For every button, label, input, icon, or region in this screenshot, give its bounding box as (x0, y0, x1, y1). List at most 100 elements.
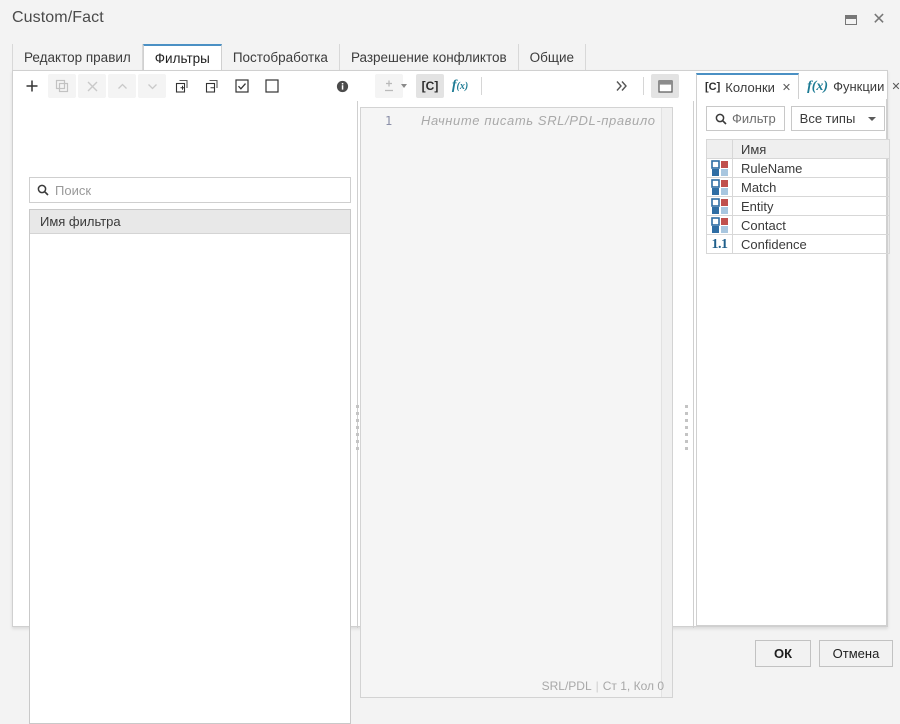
tab-postprocessing[interactable]: Постобработка (222, 44, 340, 70)
tab-rule-editor[interactable]: Редактор правил (12, 44, 143, 70)
splitter-dot (685, 404, 688, 408)
editor-language: SRL/PDL (541, 679, 592, 693)
copy-button[interactable] (48, 74, 76, 98)
uncheck-all-button[interactable] (258, 74, 286, 98)
chevron-up-icon (117, 83, 127, 89)
row-name-cell: Contact (732, 215, 890, 235)
tab-columns-label: Колонки (725, 79, 775, 95)
content-panel: [C] f(x) Поиск Имя фильтра 1 Начните пис… (12, 70, 900, 724)
plusminus-dropdown-caret[interactable] (401, 84, 407, 88)
search-icon (37, 184, 49, 196)
close-button[interactable]: ✕ (868, 10, 890, 30)
table-row[interactable]: 1.1 Confidence (706, 234, 890, 254)
toolbar-divider-3 (643, 77, 644, 95)
splitter-dot (356, 411, 359, 415)
editor-caret-position: Ст 1, Кол 0 (602, 679, 664, 693)
editor-status-bar: SRL/PDL | Ст 1, Кол 0 (542, 679, 664, 693)
row-name-cell: Match (732, 177, 890, 197)
columns-bracket-icon: [C] (421, 79, 439, 93)
editor-scrollbar[interactable] (661, 108, 672, 697)
splitter-line-right (693, 101, 694, 628)
entity-type-icon (710, 216, 728, 233)
splitter-right[interactable] (681, 401, 692, 453)
tab-general[interactable]: Общие (519, 44, 587, 70)
rule-editor-pane: 1 Начните писать SRL/PDL-правило SRL/PDL… (360, 101, 683, 698)
close-icon: ✕ (872, 11, 886, 28)
search-icon (715, 113, 727, 125)
chevron-down-icon (147, 83, 157, 89)
checkbox-empty-icon (265, 79, 279, 93)
close-icon[interactable]: ✕ (891, 80, 900, 93)
splitter-dot (356, 404, 359, 408)
chevron-double-right-icon (616, 81, 627, 91)
toolbar-divider-2 (481, 77, 482, 95)
tab-conflict-resolution[interactable]: Разрешение конфликтов (340, 44, 519, 70)
dock-filter-button[interactable]: Фильтр (706, 106, 785, 131)
tab-columns[interactable]: [C] Колонки ✕ (696, 73, 800, 99)
search-placeholder: Поиск (55, 182, 92, 198)
functions-toggle-button[interactable]: f(x) (446, 74, 474, 98)
fx-icon: f(x) (807, 78, 829, 94)
info-button[interactable] (328, 74, 356, 98)
columns-toggle-button[interactable]: [C] (416, 74, 444, 98)
row-type-cell (706, 215, 733, 235)
filters-toolbar: [C] f(x) (13, 71, 685, 101)
filter-list-header: Имя фильтра (30, 210, 350, 234)
overflow-button[interactable] (608, 74, 636, 98)
columns-bracket-icon: [C] (705, 81, 721, 93)
table-row[interactable]: Contact (706, 215, 890, 235)
checkbox-checked-icon (235, 79, 249, 93)
table-row[interactable]: RuleName (706, 158, 890, 178)
title-bar: Custom/Fact ✕ (0, 0, 900, 40)
dock-body: Фильтр Все типы Имя RuleName Match Entit… (696, 99, 890, 626)
chevron-down-icon (868, 116, 877, 121)
table-header-row: Имя (706, 139, 890, 159)
move-up-button[interactable] (108, 74, 136, 98)
filters-left-pane: Поиск Имя фильтра (13, 101, 351, 724)
delete-button[interactable] (78, 74, 106, 98)
close-x-icon (87, 81, 97, 91)
type-select[interactable]: Все типы (790, 106, 886, 131)
code-editor[interactable]: 1 Начните писать SRL/PDL-правило SRL/PDL… (360, 107, 673, 698)
table-row[interactable]: Match (706, 177, 890, 197)
dock-tab-bar: [C] Колонки ✕ f(x) Функции ✕ (696, 73, 900, 99)
row-type-cell (706, 177, 733, 197)
cancel-button[interactable]: Отмена (819, 640, 893, 667)
expand-all-button[interactable] (168, 74, 196, 98)
main-tab-bar: Редактор правил Фильтры Постобработка Ра… (12, 44, 587, 71)
row-type-cell (706, 196, 733, 216)
number-type-icon: 1.1 (711, 236, 729, 252)
splitter-dot (356, 432, 359, 436)
collapse-all-button[interactable] (198, 74, 226, 98)
row-name-cell: Entity (732, 196, 890, 216)
ok-button[interactable]: ОК (755, 640, 811, 667)
panel-toggle-button[interactable] (651, 74, 679, 98)
splitter-dot (356, 446, 359, 450)
close-icon[interactable]: ✕ (782, 81, 791, 94)
tab-functions-label: Функции (833, 79, 885, 94)
tab-filters[interactable]: Фильтры (142, 44, 222, 71)
right-dock-panel: [C] Колонки ✕ f(x) Функции ✕ Фильтр Все … (696, 71, 900, 626)
expand-all-icon (175, 79, 188, 93)
splitter-line-left (357, 101, 358, 628)
restore-button[interactable] (840, 10, 862, 30)
editor-line-number: 1 (385, 114, 393, 128)
splitter-dot (685, 418, 688, 422)
splitter-dot (356, 418, 359, 422)
move-down-button[interactable] (138, 74, 166, 98)
check-all-button[interactable] (228, 74, 256, 98)
tab-functions[interactable]: f(x) Функции ✕ (799, 74, 900, 99)
table-row[interactable]: Entity (706, 196, 890, 216)
plusminus-button[interactable] (375, 74, 403, 98)
fx-icon: f(x) (451, 78, 469, 93)
search-input[interactable]: Поиск (29, 177, 351, 203)
editor-placeholder: Начните писать SRL/PDL-правило (421, 113, 656, 128)
plus-icon (26, 80, 38, 92)
add-button[interactable] (18, 74, 46, 98)
restore-icon (845, 15, 857, 25)
splitter-dot (356, 439, 359, 443)
dock-filter-label: Фильтр (732, 111, 776, 126)
entity-type-icon (710, 178, 728, 195)
entity-type-icon (710, 159, 728, 176)
panel-icon (657, 79, 673, 93)
